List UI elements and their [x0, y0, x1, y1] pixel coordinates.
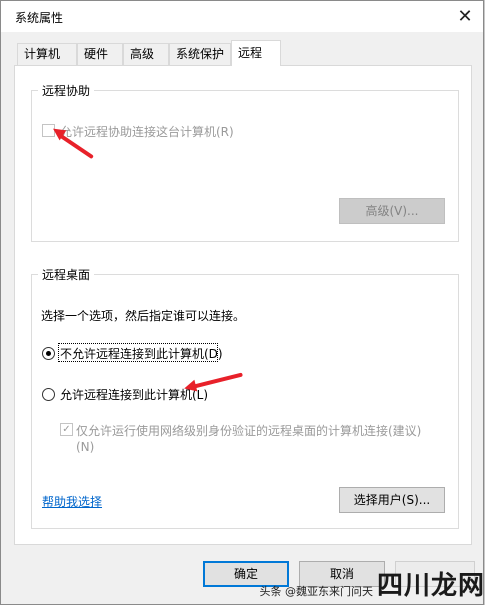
- remote-assistance-group: 远程协助 允许远程协助连接这台计算机(R) 高级(V)...: [31, 82, 459, 242]
- tab-advanced[interactable]: 高级: [123, 43, 169, 65]
- radio-selected-dot: [46, 351, 51, 356]
- remote-desktop-instruction: 选择一个选项，然后指定谁可以连接。: [41, 309, 246, 323]
- background-window-edge: [484, 0, 493, 605]
- tab-label: 系统保护: [176, 47, 225, 61]
- disallow-remote-label: 不允许远程连接到此计算机(D): [60, 347, 223, 361]
- tab-system-protection[interactable]: 系统保护: [169, 43, 231, 65]
- nla-label-mnemonic: (N): [76, 440, 95, 454]
- tab-hardware[interactable]: 硬件: [77, 43, 123, 65]
- watermark-text: 头条 @魏亚东来门问天: [259, 585, 373, 598]
- help-me-choose-link[interactable]: 帮助我选择: [42, 493, 102, 510]
- select-users-button[interactable]: 选择用户(S)...: [339, 487, 445, 513]
- tab-computer-name[interactable]: 计算机名: [17, 43, 77, 81]
- remote-assistance-title: 远程协助: [38, 82, 95, 99]
- close-icon[interactable]: ✕: [447, 1, 483, 32]
- tab-label: 高级: [130, 47, 155, 61]
- remote-desktop-title: 远程桌面: [38, 266, 95, 283]
- nla-label: 仅允许运行使用网络级别身份验证的远程桌面的计算机连接(建议): [76, 424, 422, 438]
- allow-remote-radio[interactable]: [42, 388, 55, 401]
- system-properties-dialog: 系统属性 ✕ 计算机名 硬件 高级 系统保护 远程 远程协助 允许远程协助连接这…: [0, 0, 484, 605]
- tab-label: 硬件: [84, 47, 109, 61]
- disallow-remote-radio[interactable]: [42, 347, 55, 360]
- tab-label: 远程: [238, 46, 263, 60]
- watermark: 头条 @魏亚东来门问天 四川龙网: [259, 573, 485, 599]
- nla-checkbox[interactable]: ✓: [60, 423, 73, 436]
- tab-remote[interactable]: 远程: [231, 40, 281, 66]
- title-bar[interactable]: 系统属性 ✕: [1, 1, 483, 32]
- window-title: 系统属性: [15, 11, 64, 25]
- allow-remote-assistance-label: 允许远程协助连接这台计算机(R): [60, 125, 234, 139]
- tab-panel-remote: 远程协助 允许远程协助连接这台计算机(R) 高级(V)... 远程桌面 选择一个…: [14, 65, 472, 545]
- remote-desktop-group: 远程桌面 选择一个选项，然后指定谁可以连接。 不允许远程连接到此计算机(D) 允…: [31, 266, 459, 529]
- watermark-logo: 四川龙网: [376, 571, 485, 601]
- advanced-button[interactable]: 高级(V)...: [339, 198, 445, 224]
